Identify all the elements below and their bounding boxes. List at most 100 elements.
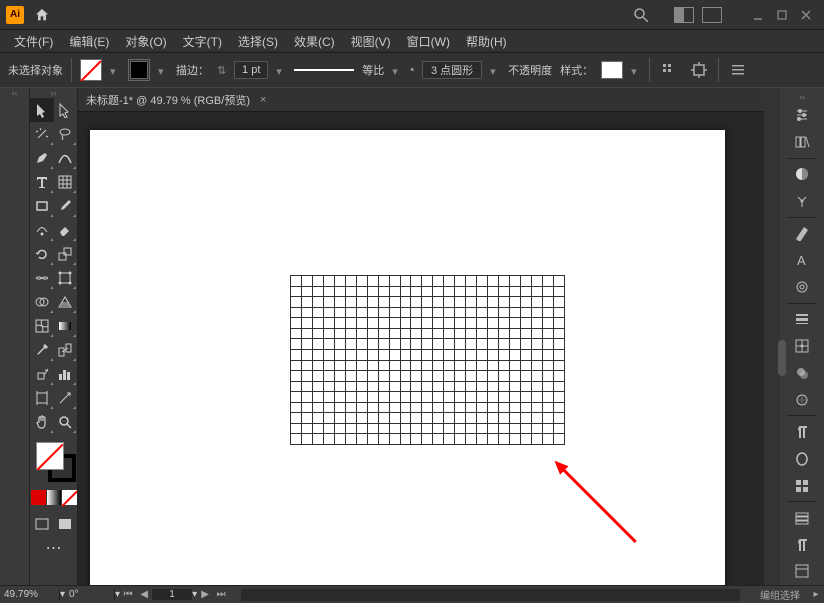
perspective-grid-tool[interactable] xyxy=(54,290,78,314)
paragraph-panel-icon[interactable] xyxy=(788,419,816,444)
status-menu-icon[interactable]: ▸ xyxy=(808,589,824,600)
home-icon[interactable] xyxy=(34,7,50,23)
appearance-panel-icon[interactable] xyxy=(788,387,816,412)
rotate-tool[interactable] xyxy=(30,242,54,266)
fill-swatch[interactable] xyxy=(80,59,102,81)
type-tool[interactable] xyxy=(30,170,54,194)
transparency-panel-icon[interactable] xyxy=(788,360,816,385)
curvature-tool[interactable] xyxy=(54,146,78,170)
shaper-tool[interactable] xyxy=(30,218,54,242)
chevron-down-icon[interactable]: ▾ xyxy=(158,65,168,75)
chevron-down-icon[interactable]: ▾ xyxy=(631,65,641,75)
transform-icon[interactable] xyxy=(688,59,710,81)
chevron-down-icon[interactable]: ▾ xyxy=(490,65,500,75)
paintbrush-tool[interactable] xyxy=(54,194,78,218)
zoom-level-field[interactable]: 49.79% xyxy=(0,589,60,600)
canvas-viewport[interactable] xyxy=(78,112,764,585)
artboards-panel-icon[interactable] xyxy=(788,559,816,584)
menu-select[interactable]: 选择(S) xyxy=(230,33,286,50)
align-panel-icon[interactable] xyxy=(788,473,816,498)
color-guide-panel-icon[interactable] xyxy=(788,189,816,214)
vertical-scrollbar[interactable] xyxy=(764,88,780,585)
asset-export-panel-icon[interactable] xyxy=(788,532,816,557)
layers-panel-icon[interactable] xyxy=(788,505,816,530)
right-scroll-thumb[interactable] xyxy=(778,340,786,376)
menu-view[interactable]: 视图(V) xyxy=(343,33,399,50)
screen-mode-normal[interactable] xyxy=(30,512,54,536)
fill-stroke-indicator[interactable] xyxy=(30,440,77,488)
menu-help[interactable]: 帮助(H) xyxy=(458,33,515,50)
artboard-number-field[interactable]: 1 xyxy=(152,589,192,600)
workspace-switcher-a[interactable] xyxy=(674,7,694,23)
toolbox-handle-icon[interactable]: ‹‹ xyxy=(30,88,77,98)
document-tab[interactable]: 未标题-1* @ 49.79 % (RGB/预览) × xyxy=(78,88,764,112)
horizontal-scrollbar[interactable] xyxy=(241,589,740,601)
direct-selection-tool[interactable] xyxy=(54,98,78,122)
zoom-tool[interactable] xyxy=(54,410,78,434)
blend-tool[interactable] xyxy=(54,338,78,362)
eraser-tool[interactable] xyxy=(54,218,78,242)
edit-toolbar-button[interactable]: ⋯ xyxy=(30,536,77,560)
scale-tool[interactable] xyxy=(54,242,78,266)
prev-artboard-icon[interactable]: ◀ xyxy=(136,589,152,600)
magic-wand-tool[interactable] xyxy=(30,122,54,146)
menu-file[interactable]: 文件(F) xyxy=(6,33,61,50)
gradient-panel-icon[interactable] xyxy=(788,333,816,358)
window-minimize-icon[interactable] xyxy=(746,5,770,25)
brush-stroke-sample[interactable] xyxy=(294,69,354,71)
align-icon[interactable] xyxy=(658,59,680,81)
chevron-down-icon[interactable]: ▾ xyxy=(110,65,120,75)
next-artboard-icon[interactable]: ▶ xyxy=(197,589,213,600)
stroke-weight-input[interactable] xyxy=(234,61,268,79)
dock-handle-icon[interactable]: ‹‹ xyxy=(0,88,29,98)
menu-effect[interactable]: 效果(C) xyxy=(286,33,343,50)
window-maximize-icon[interactable] xyxy=(770,5,794,25)
menu-window[interactable]: 窗口(W) xyxy=(399,33,458,50)
selection-tool[interactable] xyxy=(30,98,54,122)
brushes-panel-icon[interactable]: A xyxy=(788,248,816,273)
gradient-tool[interactable] xyxy=(54,314,78,338)
symbols-panel-icon[interactable] xyxy=(788,275,816,300)
eyedropper-tool[interactable] xyxy=(30,338,54,362)
stroke-swatch[interactable] xyxy=(130,61,148,79)
character-panel-icon[interactable] xyxy=(788,446,816,471)
swatches-panel-icon[interactable] xyxy=(788,221,816,246)
rotate-view-field[interactable]: 0° xyxy=(65,589,115,600)
slice-tool[interactable] xyxy=(54,386,78,410)
column-graph-tool[interactable] xyxy=(54,362,78,386)
chevron-down-icon[interactable]: ▾ xyxy=(392,65,402,75)
rectangle-tool[interactable] xyxy=(30,194,54,218)
hand-tool[interactable] xyxy=(30,410,54,434)
mesh-tool[interactable] xyxy=(30,314,54,338)
dock-handle-icon[interactable]: ›› xyxy=(799,92,805,102)
symbol-sprayer-tool[interactable] xyxy=(30,362,54,386)
properties-panel-icon[interactable] xyxy=(788,103,816,128)
chevron-down-icon[interactable]: ▾ xyxy=(276,65,286,75)
window-close-icon[interactable] xyxy=(794,5,818,25)
screen-mode-full[interactable] xyxy=(54,512,78,536)
workspace-switcher-b[interactable] xyxy=(702,7,722,23)
rectangular-grid-tool[interactable] xyxy=(54,170,78,194)
width-tool[interactable] xyxy=(30,266,54,290)
style-swatch[interactable] xyxy=(601,61,623,79)
panel-menu-icon[interactable] xyxy=(727,59,749,81)
none-mode-button[interactable] xyxy=(62,490,77,505)
artboard-tool[interactable] xyxy=(30,386,54,410)
gradient-mode-button[interactable] xyxy=(47,490,62,505)
menu-type[interactable]: 文字(T) xyxy=(175,33,230,50)
close-icon[interactable]: × xyxy=(260,94,266,106)
lasso-tool[interactable] xyxy=(54,122,78,146)
profile-select[interactable] xyxy=(422,61,482,79)
last-artboard-icon[interactable]: ⏭ xyxy=(213,589,229,600)
menu-edit[interactable]: 编辑(E) xyxy=(61,33,117,50)
first-artboard-icon[interactable]: ⏮ xyxy=(120,589,136,600)
fill-indicator[interactable] xyxy=(36,442,64,470)
stroke-stepper-icon[interactable]: ⇅ xyxy=(217,64,226,77)
search-icon[interactable] xyxy=(632,6,650,24)
libraries-panel-icon[interactable] xyxy=(788,130,816,155)
color-panel-icon[interactable] xyxy=(788,162,816,187)
menu-object[interactable]: 对象(O) xyxy=(117,33,174,50)
free-transform-tool[interactable] xyxy=(54,266,78,290)
pen-tool[interactable] xyxy=(30,146,54,170)
stroke-panel-icon[interactable] xyxy=(788,307,816,332)
